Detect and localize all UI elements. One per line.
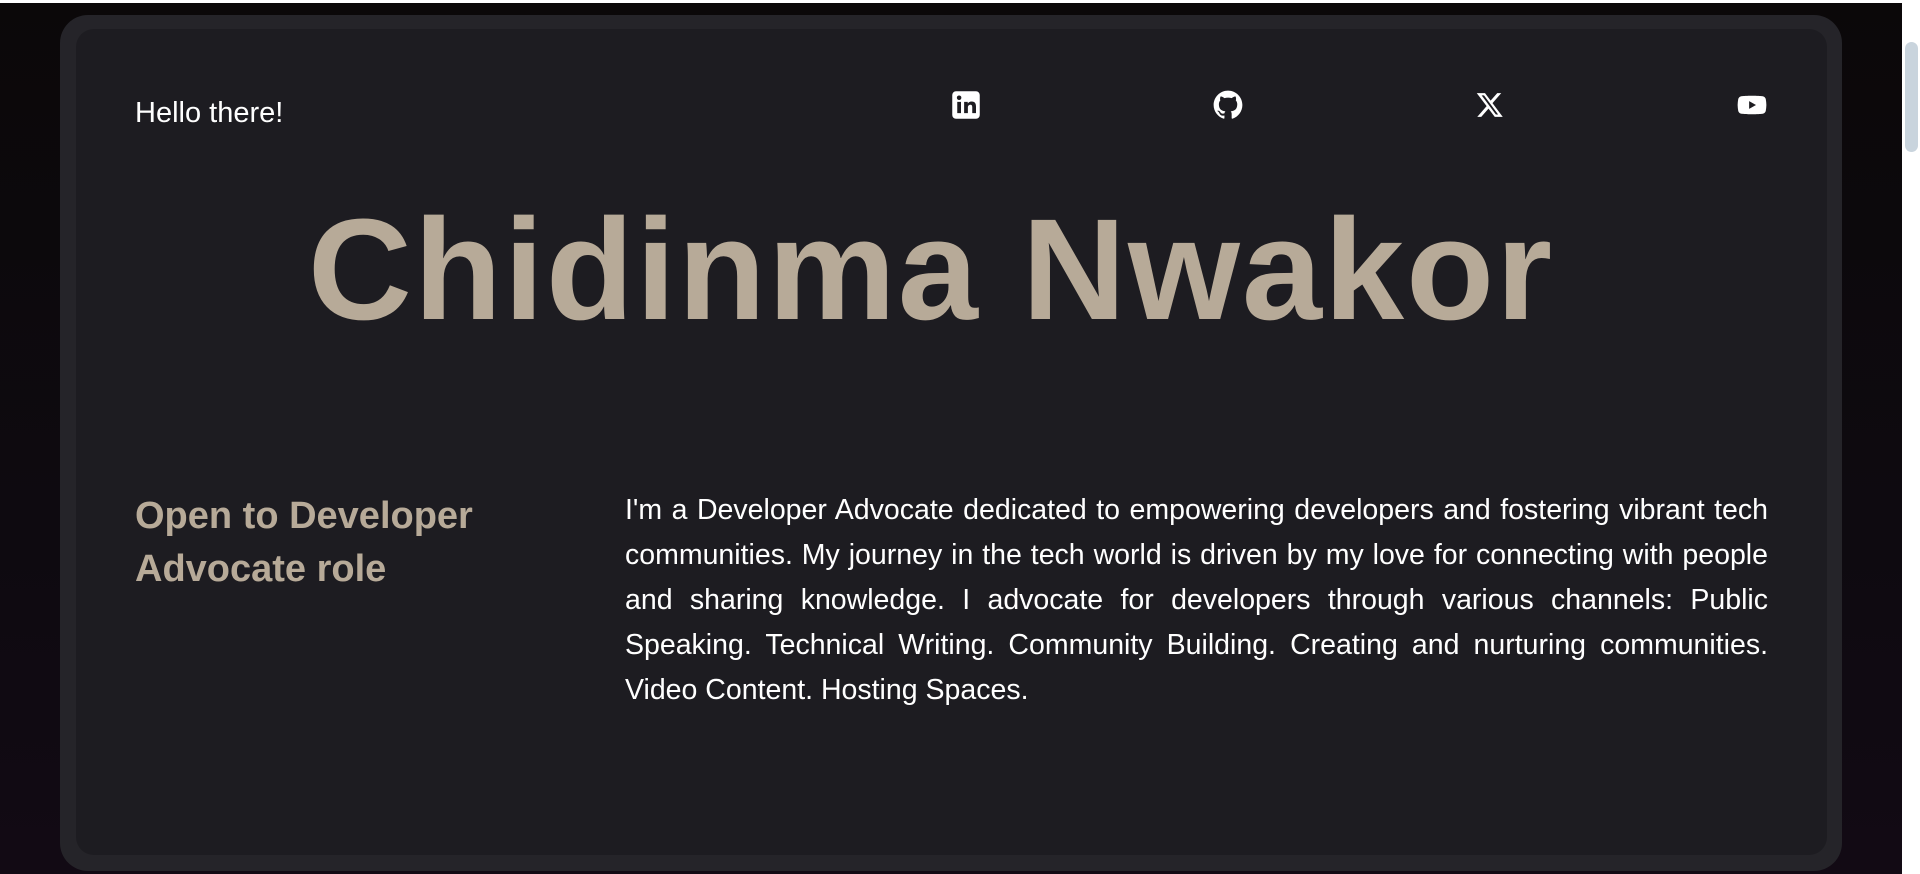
x-icon [1475, 90, 1505, 120]
linkedin-icon [951, 90, 981, 120]
youtube-icon [1737, 90, 1767, 120]
open-to-role-heading: Open to Developer Advocate role [135, 495, 473, 590]
github-icon [1213, 90, 1243, 120]
x-link[interactable] [1475, 90, 1505, 120]
greeting-text: Hello there! [135, 97, 284, 129]
profile-card [76, 29, 1827, 855]
linkedin-link[interactable] [951, 90, 981, 120]
hero-name: Chidinma Nwakor [307, 189, 1555, 350]
github-link[interactable] [1213, 90, 1243, 120]
top-strip [0, 0, 1902, 3]
page-scrollbar-thumb[interactable] [1905, 42, 1918, 152]
about-bio: I'm a Developer Advocate dedicated to em… [625, 494, 1768, 706]
youtube-link[interactable] [1737, 90, 1767, 120]
page-viewport: Hello there! Chidinma Nwakor Open to Dev… [0, 0, 1902, 874]
